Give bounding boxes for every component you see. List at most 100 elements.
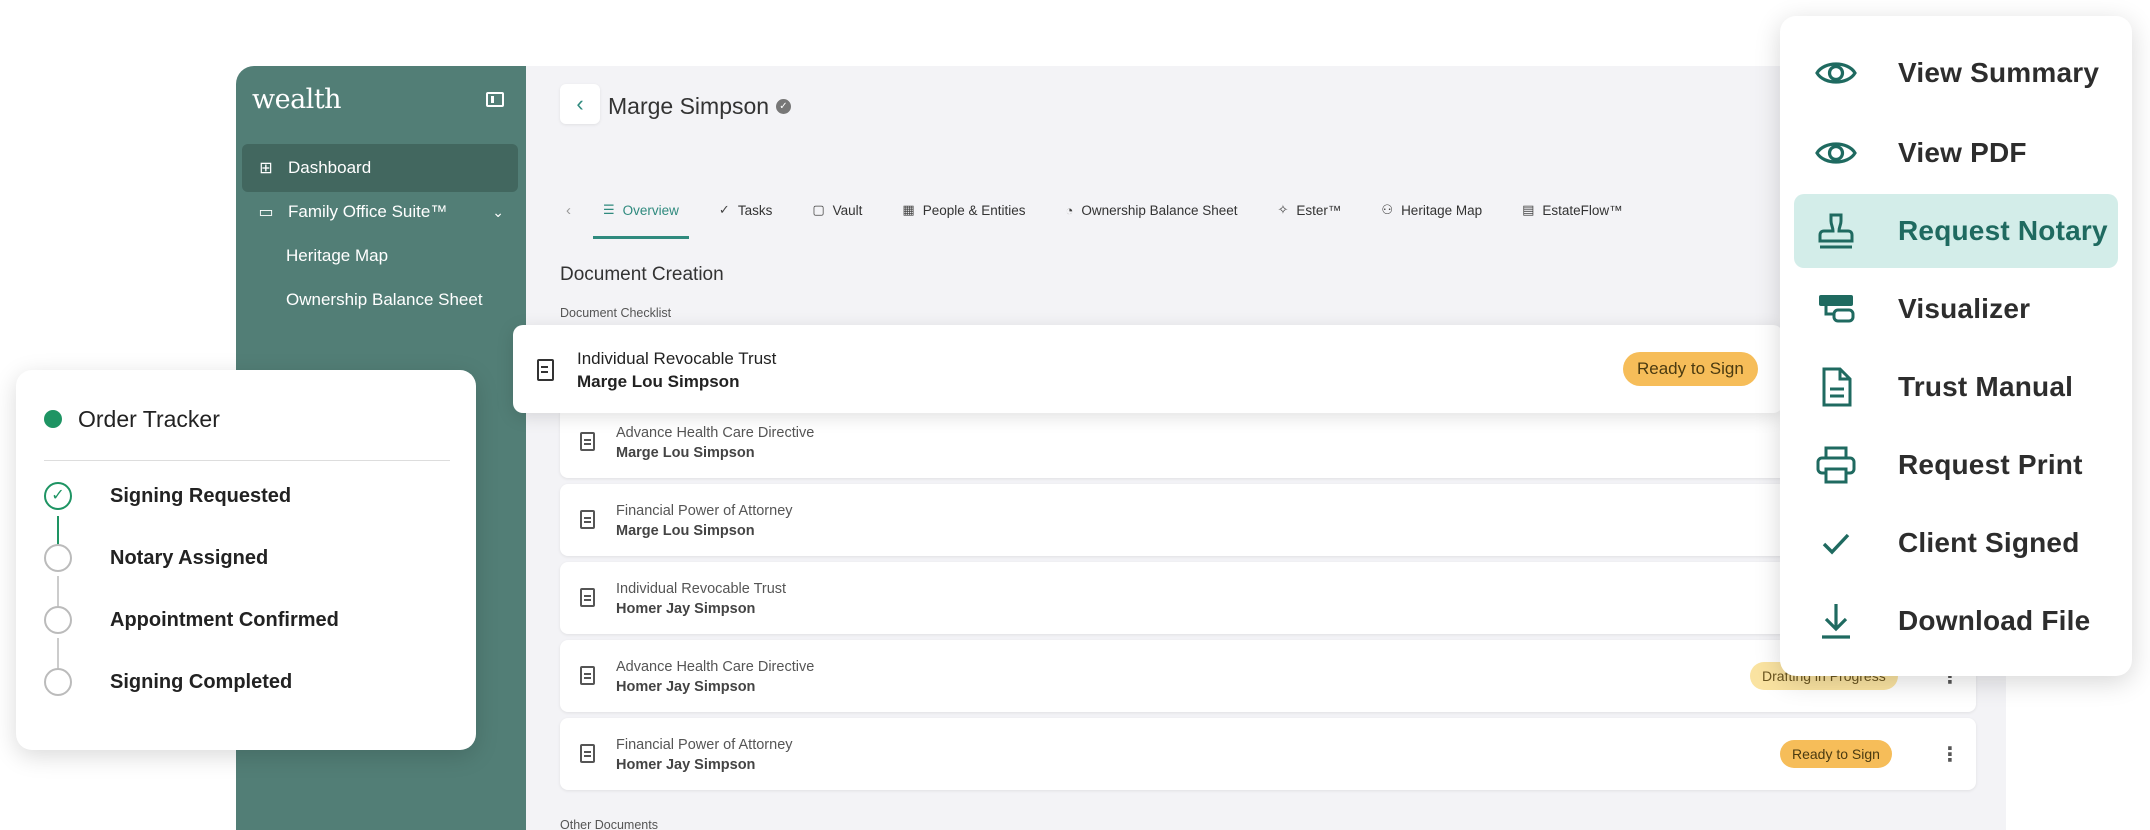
stamp-icon [1814,209,1858,253]
sidebar-item-family-office-suite[interactable]: ▭ Family Office Suite™ ⌄ [242,188,518,236]
document-icon [580,432,595,451]
sidebar-item-label: Ownership Balance Sheet [286,290,483,309]
document-icon [580,588,595,607]
menu-item-label: Download File [1898,605,2091,636]
sidebar-collapse-icon[interactable] [486,92,504,107]
status-badge: Ready to Sign [1623,352,1758,386]
document-row[interactable]: Financial Power of Attorney Homer Jay Si… [560,718,1976,790]
sidebar-item-heritage-map[interactable]: Heritage Map [242,232,518,280]
menu-item-view-summary[interactable]: View Summary [1794,36,2118,110]
tracker-title: Order Tracker [78,406,220,432]
document-person: Homer Jay Simpson [616,601,756,617]
chevron-left-icon[interactable]: ‹ [566,202,583,219]
step-connector [57,516,59,546]
visualizer-icon [1814,287,1858,331]
document-icon [537,359,554,381]
tab-vault[interactable]: ▢ Vault [792,190,882,230]
section-title: Document Creation [560,264,724,285]
eye-icon [1814,131,1858,175]
document-row[interactable]: Advance Health Care Directive Marge Lou … [560,406,1976,478]
check-list-icon: ✓ [718,202,730,217]
grid-icon: ⊞ [259,160,273,177]
document-icon [1814,365,1858,409]
document-icon [580,510,595,529]
status-badge: Ready to Sign [1780,740,1892,768]
menu-item-view-pdf[interactable]: View PDF [1794,116,2118,190]
download-icon [1814,599,1858,643]
other-documents-label: Other Documents [560,818,658,830]
empty-circle-icon [44,544,72,572]
app-frame: wealth ⊞ Dashboard ▭ Family Office Suite… [236,66,2006,830]
document-type: Individual Revocable Trust [616,581,787,597]
tab-ownership-balance-sheet[interactable]: ◔ Ownership Balance Sheet [1046,190,1258,230]
page-title: Marge Simpson [608,93,770,119]
step-label: Notary Assigned [110,547,269,569]
document-row[interactable]: Financial Power of Attorney Marge Lou Si… [560,484,1976,556]
menu-item-label: Request Notary [1898,215,2108,246]
sparkle-icon: ✧ [1277,202,1289,217]
menu-item-visualizer[interactable]: Visualizer [1794,272,2118,346]
empty-circle-icon [44,606,72,634]
menu-item-client-signed[interactable]: Client Signed [1794,506,2118,580]
menu-item-label: Visualizer [1898,293,2031,324]
document-row[interactable]: Advance Health Care Directive Homer Jay … [560,640,1976,712]
document-person: Marge Lou Simpson [616,523,755,539]
tab-ester[interactable]: ✧ Ester™ [1257,190,1361,230]
tab-overview[interactable]: ☰ Overview [583,190,699,239]
status-dot-icon [44,410,62,428]
folder-icon: ▢ [812,202,825,217]
sidebar-item-label: Family Office Suite™ [288,202,448,221]
flow-icon: ▤ [1522,202,1535,217]
document-type: Financial Power of Attorney [616,737,793,753]
tab-label: Vault [832,202,863,218]
divider [44,460,450,461]
menu-item-label: View PDF [1898,137,2027,168]
chevron-down-icon: ⌄ [492,203,504,220]
document-type: Individual Revocable Trust [577,349,777,368]
highlighted-document-row[interactable]: Individual Revocable Trust Marge Lou Sim… [513,325,1783,413]
step-label: Appointment Confirmed [110,609,339,631]
order-tracker-card: Order Tracker ✓ Signing Requested Notary… [16,370,476,750]
briefcase-icon: ▭ [258,204,274,221]
more-options-icon[interactable]: ⋮ [1940,742,1960,767]
tab-label: Ester™ [1296,202,1342,218]
tab-heritage-map[interactable]: ⚇ Heritage Map [1361,190,1502,230]
document-person: Marge Lou Simpson [616,445,755,461]
step-label: Signing Requested [110,485,292,507]
tab-tasks[interactable]: ✓ Tasks [699,190,792,230]
tab-label: Tasks [737,202,773,218]
document-icon [580,744,595,763]
document-actions-menu: View Summary View PDF Request Notary Vis… [1780,16,2132,676]
tab-estateflow[interactable]: ▤ EstateFlow™ [1502,190,1643,230]
step-label: Signing Completed [110,671,293,693]
menu-item-request-notary[interactable]: Request Notary [1794,194,2118,268]
checklist-label: Document Checklist [560,306,672,320]
sidebar-item-label: Dashboard [288,158,372,177]
document-type: Advance Health Care Directive [616,425,815,441]
menu-item-request-print[interactable]: Request Print [1794,428,2118,502]
chevron-left-icon: ‹ [576,91,584,116]
back-button[interactable]: ‹ [560,84,600,124]
step-connector [57,638,59,670]
sidebar-item-dashboard[interactable]: ⊞ Dashboard [242,144,518,192]
step-connector [57,576,59,608]
tab-label: Heritage Map [1401,202,1483,218]
tab-label: EstateFlow™ [1542,202,1623,218]
document-row[interactable]: Individual Revocable Trust Homer Jay Sim… [560,562,1976,634]
check-circle-icon: ✓ [44,482,72,510]
menu-item-trust-manual[interactable]: Trust Manual [1794,350,2118,424]
document-icon [580,666,595,685]
tab-label: People & Entities [922,202,1026,218]
printer-icon [1814,443,1858,487]
empty-circle-icon [44,668,72,696]
app-logo: wealth [252,84,342,115]
menu-item-download-file[interactable]: Download File [1794,584,2118,658]
list-icon: ☰ [603,202,615,217]
menu-item-label: Trust Manual [1898,371,2074,402]
tab-label: Overview [622,202,679,218]
eye-icon [1814,51,1858,95]
tab-label: Ownership Balance Sheet [1081,202,1238,218]
sidebar-item-ownership-balance-sheet[interactable]: Ownership Balance Sheet [242,276,518,324]
tab-people-entities[interactable]: ▦ People & Entities [882,190,1045,230]
menu-item-label: Request Print [1898,449,2083,480]
